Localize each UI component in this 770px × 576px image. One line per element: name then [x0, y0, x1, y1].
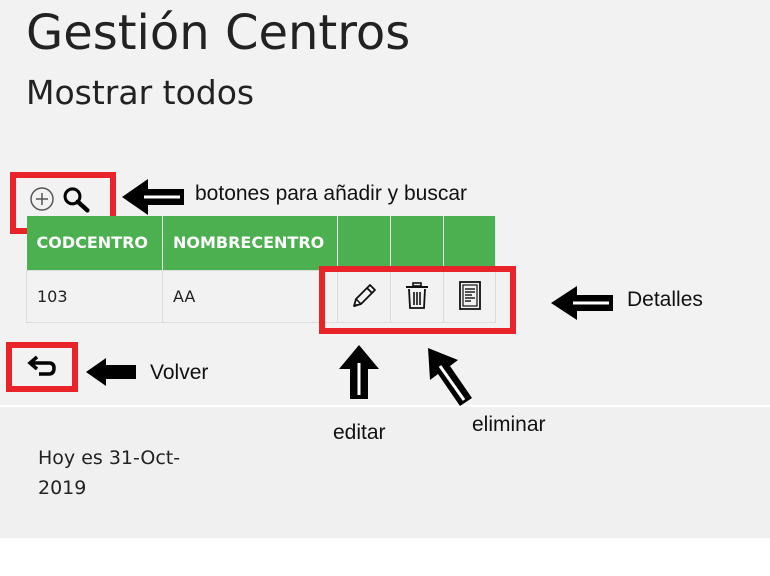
left-arrow-icon: [86, 358, 136, 386]
back-annotation: Volver: [150, 361, 209, 384]
up-left-arrow-icon: [428, 348, 472, 406]
footer-date: Hoy es 31-Oct-2019: [38, 447, 181, 499]
column-header-delete: [390, 216, 444, 270]
page-subtitle: Mostrar todos: [26, 73, 255, 112]
up-arrow-icon: [339, 345, 379, 399]
column-header-codcentro: CODCENTRO: [26, 216, 163, 270]
details-annotation: Detalles: [627, 288, 703, 311]
page-bottom-area: [0, 538, 770, 576]
highlight-actions-box: [319, 266, 516, 334]
column-header-details: [443, 216, 496, 270]
left-arrow-icon: [551, 286, 613, 320]
buttons-annotation: botones para añadir y buscar: [195, 182, 468, 205]
cell-nombrecentro: AA: [162, 269, 338, 323]
highlight-back-box: [6, 342, 78, 392]
cell-codcentro: 103: [26, 269, 163, 323]
delete-annotation: eliminar: [472, 413, 546, 436]
column-header-edit: [337, 216, 391, 270]
edit-annotation: editar: [333, 421, 386, 444]
left-arrow-icon: [122, 179, 184, 215]
table-header-row: CODCENTRO NOMBRECENTRO: [26, 216, 496, 270]
column-header-nombrecentro: NOMBRECENTRO: [162, 216, 338, 270]
page-title: Gestión Centros: [26, 5, 411, 61]
